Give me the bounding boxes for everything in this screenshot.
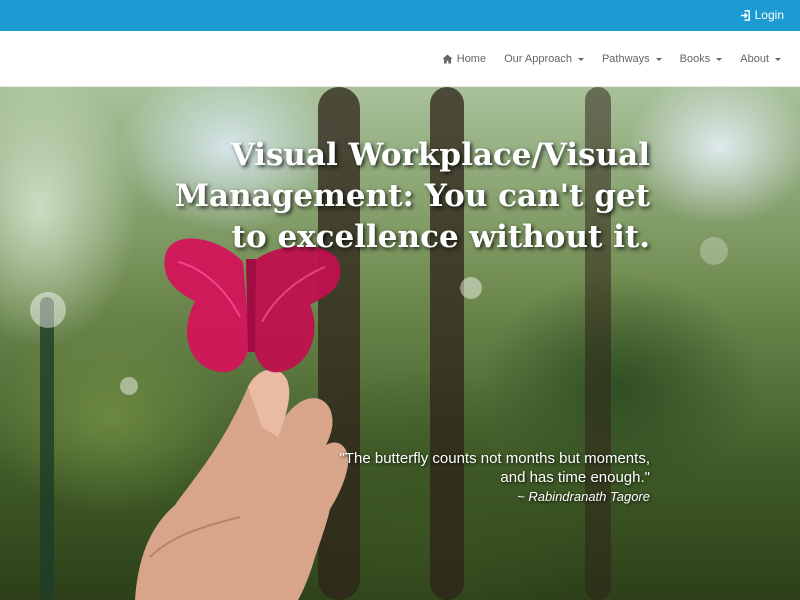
quote-text: "The butterfly counts not months but mom… [250,449,650,487]
nav-label: About [740,53,769,65]
butterfly-image [164,238,341,373]
nav-menu: Home Our Approach Pathways Books About [433,31,790,87]
nav-item-our-approach[interactable]: Our Approach [495,53,593,65]
nav-label: Home [456,53,487,65]
nav-label: Our Approach [504,53,572,65]
quote-line-2: and has time enough." [500,469,650,486]
login-label: Login [754,8,784,22]
nav-label: Pathways [601,53,650,65]
caret-down-icon [716,57,723,61]
login-link[interactable]: Login [740,8,784,22]
hero-title: Visual Workplace/Visual Management: You … [174,137,650,255]
top-utility-bar: Login [0,0,800,31]
hero-banner: Visual Workplace/Visual Management: You … [0,87,800,600]
caret-down-icon [775,57,781,61]
home-icon [442,54,453,64]
main-navbar: Home Our Approach Pathways Books About [0,31,800,87]
quote-line-1: "The butterfly counts not months but mom… [339,450,650,467]
nav-item-about[interactable]: About [731,53,790,65]
quote-author: ~ Rabindranath Tagore [517,489,650,504]
caret-down-icon [577,57,584,61]
sign-in-icon [740,9,750,21]
nav-item-books[interactable]: Books [671,53,732,65]
nav-item-home[interactable]: Home [433,53,495,65]
nav-label: Books [679,53,711,65]
caret-down-icon [655,57,662,61]
nav-item-pathways[interactable]: Pathways [593,53,671,65]
